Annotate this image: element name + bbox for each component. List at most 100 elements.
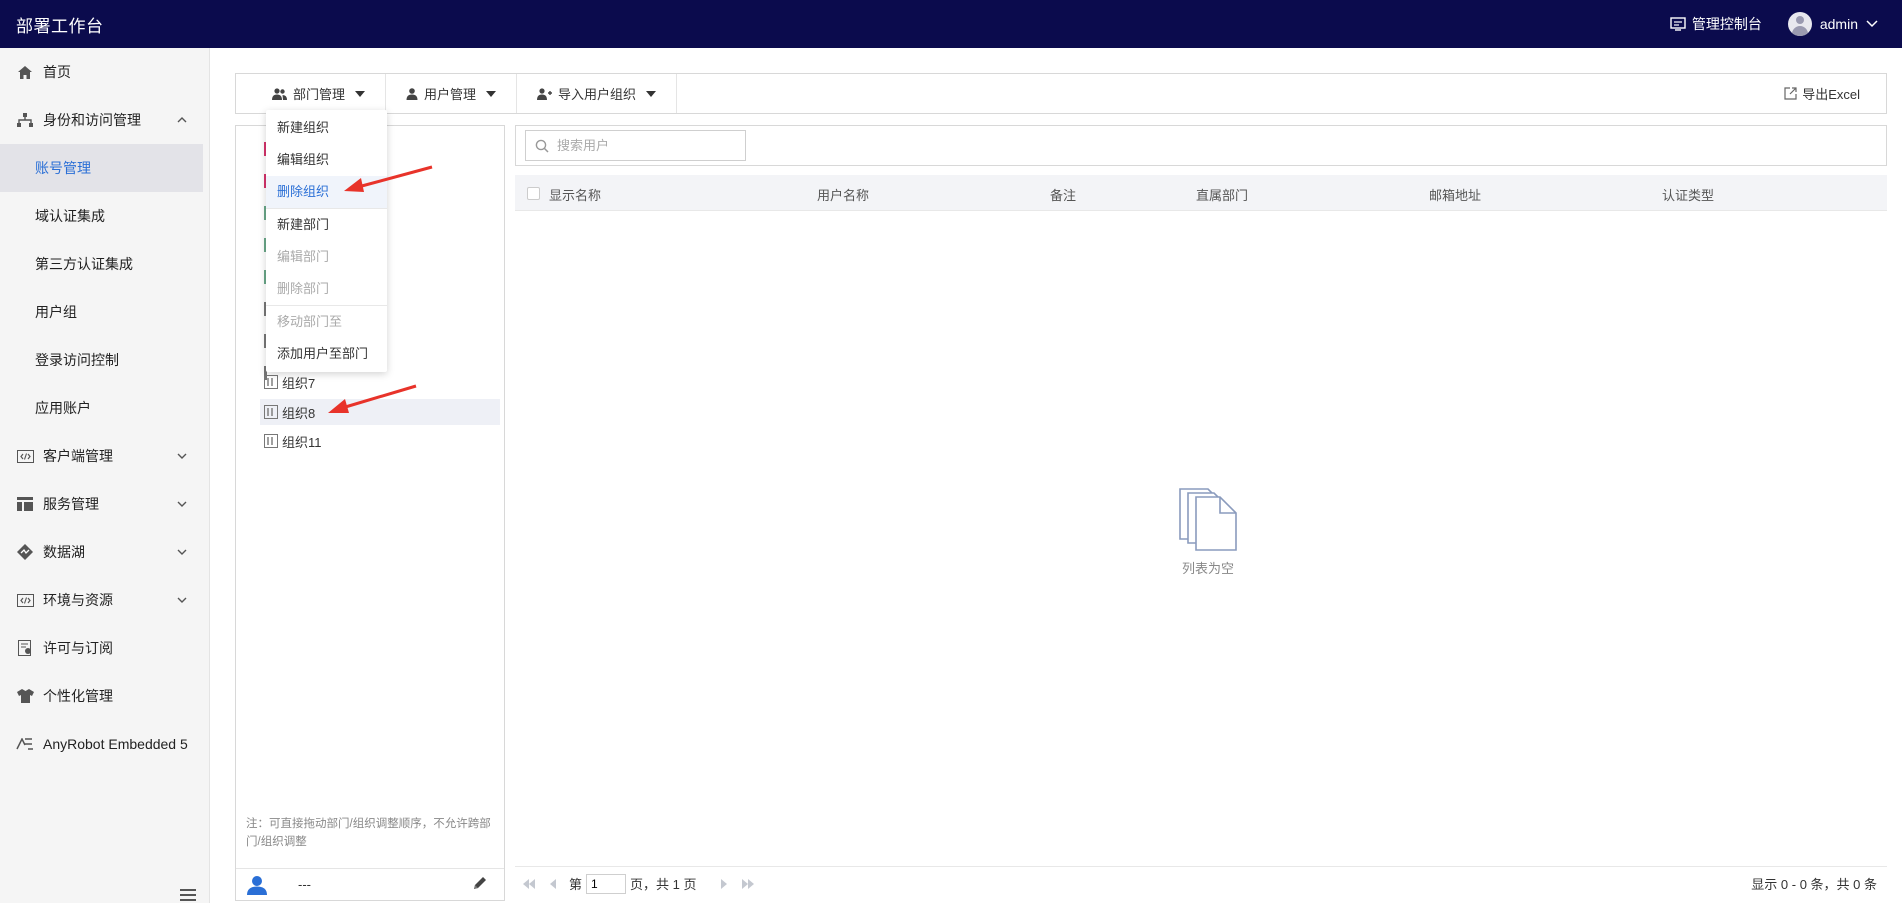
sidebar-item-env-resources[interactable]: 环境与资源	[0, 576, 209, 624]
tree-item-label: 组织8	[282, 405, 316, 421]
sidebar-item-label: 首页	[43, 64, 71, 80]
users-import-icon	[537, 87, 553, 100]
menu-item-new-dept[interactable]: 新建部门	[266, 209, 387, 241]
dept-mgmt-dropdown: 新建组织 编辑组织 删除组织 新建部门 编辑部门 删除部门 移动部门至 添加用户…	[266, 110, 387, 372]
user-icon	[247, 875, 267, 895]
toolbar: 部门管理 用户管理 导入用户组织 导出Excel	[235, 73, 1887, 114]
user-table: 显示名称 用户名称 备注 直属部门 邮箱地址 认证类型 列表为空 第 页，共 1…	[515, 175, 1887, 901]
search-field[interactable]	[525, 130, 746, 161]
column-header[interactable]: 认证类型	[1662, 185, 1714, 204]
empty-state: 列表为空	[1168, 487, 1248, 577]
sidebar-item-user-group[interactable]: 用户组	[0, 288, 209, 336]
user-name: admin	[1819, 16, 1858, 32]
sidebar-item-license[interactable]: 许可与订阅	[0, 624, 209, 672]
anyrobot-icon	[16, 735, 34, 753]
datalake-icon	[16, 543, 34, 561]
tree-item-org11[interactable]: 组织11	[264, 430, 322, 452]
menu-item-new-org[interactable]: 新建组织	[266, 112, 387, 144]
chevron-down-icon	[177, 498, 187, 510]
search-icon	[535, 139, 549, 153]
console-link[interactable]: 管理控制台	[1670, 14, 1762, 34]
first-page-icon[interactable]	[521, 876, 537, 892]
sidebar-item-label: 用户组	[35, 304, 77, 320]
sidebar-item-anyrobot[interactable]: AnyRobot Embedded 5	[0, 720, 209, 768]
home-icon	[16, 63, 34, 81]
select-all-checkbox[interactable]	[527, 187, 540, 200]
org-chart-icon	[16, 111, 34, 129]
tree-item-org8[interactable]: 组织8	[264, 401, 315, 423]
building-icon	[264, 434, 278, 448]
console-icon	[1670, 17, 1686, 31]
export-excel-button[interactable]: 导出Excel	[1784, 84, 1860, 103]
column-header[interactable]: 用户名称	[817, 185, 869, 204]
menu-item-delete-dept: 删除部门	[277, 281, 330, 296]
menu-item-move-dept: 移动部门至	[277, 314, 343, 329]
sidebar-item-account-mgmt[interactable]: 账号管理	[0, 144, 203, 192]
empty-text: 列表为空	[1181, 561, 1234, 576]
user-mgmt-label: 用户管理	[424, 87, 477, 102]
caret-down-icon	[646, 90, 657, 97]
menu-item-edit-org[interactable]: 编辑组织	[266, 144, 387, 176]
sidebar-item-personalization[interactable]: 个性化管理	[0, 672, 209, 720]
tree-note: 注：可直接拖动部门/组织调整顺序，不允许跨部门/组织调整	[246, 818, 491, 848]
prev-page-icon[interactable]	[545, 876, 561, 892]
app-title: 部署工作台	[16, 16, 104, 36]
tree-item-label: 组织7	[282, 375, 316, 391]
sidebar-item-service-mgmt[interactable]: 服务管理	[0, 480, 209, 528]
page-input[interactable]	[586, 873, 627, 894]
sidebar-item-home[interactable]: 首页	[0, 48, 209, 96]
chevron-down-icon	[177, 546, 187, 558]
building-icon	[264, 375, 278, 389]
users-icon	[272, 87, 287, 100]
page-prefix: 第	[569, 877, 583, 892]
chevron-down-icon	[1866, 20, 1878, 28]
column-header[interactable]: 备注	[1050, 185, 1076, 204]
sidebar-item-label: 客户端管理	[43, 448, 113, 464]
caret-down-icon	[355, 90, 366, 97]
export-icon	[1784, 87, 1797, 100]
menu-item-delete-org[interactable]: 删除组织	[266, 176, 387, 208]
chevron-down-icon	[177, 594, 187, 606]
sidebar-item-iam[interactable]: 身份和访问管理	[0, 96, 209, 144]
user-menu[interactable]: admin	[1787, 12, 1878, 36]
sidebar-item-third-party-auth[interactable]: 第三方认证集成	[0, 240, 209, 288]
sidebar-item-client-mgmt[interactable]: 客户端管理	[0, 432, 209, 480]
console-label: 管理控制台	[1691, 16, 1762, 32]
tree-item-org7[interactable]: 组织7	[264, 371, 315, 393]
dept-mgmt-label: 部门管理	[293, 87, 346, 102]
sidebar-item-label: 应用账户	[35, 400, 91, 416]
export-label: 导出Excel	[1802, 87, 1860, 102]
chevron-up-icon	[177, 114, 187, 126]
sidebar-item-login-access[interactable]: 登录访问控制	[0, 336, 209, 384]
caret-down-icon	[486, 90, 497, 97]
user-mgmt-button[interactable]: 用户管理	[386, 74, 518, 113]
sidebar-item-app-account[interactable]: 应用账户	[0, 384, 209, 432]
empty-documents-icon	[1179, 488, 1237, 551]
menu-collapse-icon[interactable]	[180, 889, 196, 903]
sidebar-item-label: AnyRobot Embedded 5	[43, 736, 188, 752]
column-header[interactable]: 直属部门	[1196, 185, 1248, 204]
user-icon	[406, 87, 418, 100]
tree-item-label: 组织11	[282, 434, 322, 450]
column-header[interactable]: 邮箱地址	[1429, 185, 1481, 204]
footer-value: ---	[298, 877, 311, 892]
last-page-icon[interactable]	[740, 876, 756, 892]
avatar	[1787, 12, 1812, 36]
sidebar-item-domain-auth[interactable]: 域认证集成	[0, 192, 209, 240]
dept-mgmt-button[interactable]: 部门管理	[236, 74, 387, 113]
code-icon	[16, 591, 34, 609]
column-header[interactable]: 显示名称	[549, 185, 601, 204]
sidebar-item-datalake[interactable]: 数据湖	[0, 528, 209, 576]
sidebar-item-label: 第三方认证集成	[35, 256, 133, 272]
grid-icon	[16, 495, 34, 513]
shirt-icon	[16, 687, 34, 705]
sidebar-item-label: 账号管理	[35, 160, 91, 176]
chevron-down-icon	[177, 450, 187, 462]
pagination: 第 页，共 1 页 显示 0 - 0 条，共 0 条	[515, 866, 1887, 900]
code-icon	[16, 447, 34, 465]
import-group-button[interactable]: 导入用户组织	[517, 74, 678, 113]
edit-icon[interactable]	[472, 875, 488, 894]
menu-item-add-user-to-dept[interactable]: 添加用户至部门	[266, 338, 387, 370]
search-input[interactable]	[557, 138, 737, 153]
next-page-icon[interactable]	[716, 876, 732, 892]
